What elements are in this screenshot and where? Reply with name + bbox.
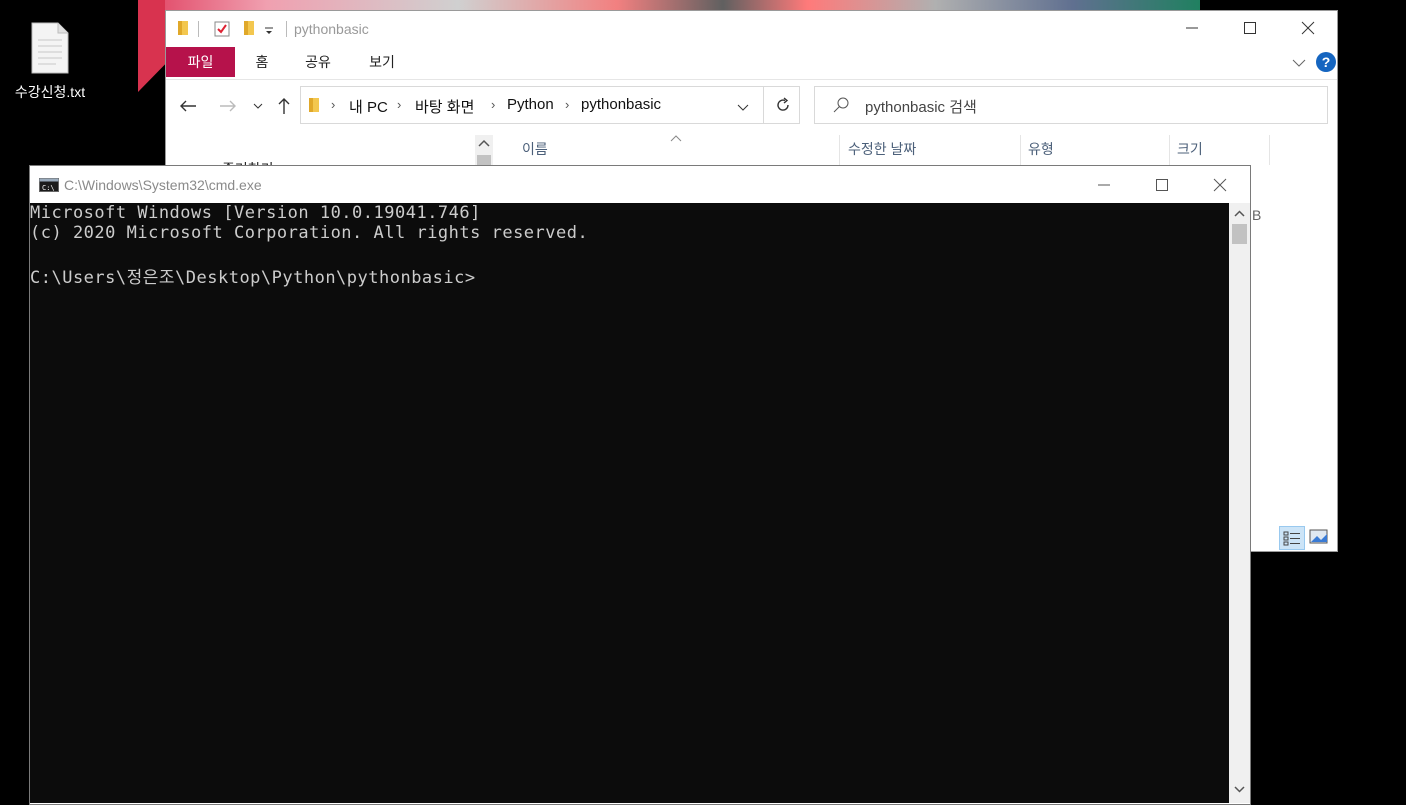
cmd-window-title: C:\Windows\System32\cmd.exe [64,177,262,193]
breadcrumb-chevron-icon[interactable]: › [397,97,401,112]
minimize-icon [1098,184,1110,186]
quick-access-dropdown-icon[interactable] [264,23,274,41]
ribbon-tabs: 파일 홈 공유 보기 ? [166,47,1337,77]
folder-icon [307,97,321,118]
console-scrollbar[interactable] [1229,203,1250,803]
wallpaper-fragment [140,0,1200,10]
sort-ascending-icon [670,129,682,147]
search-input[interactable]: pythonbasic 검색 [814,86,1328,124]
breadcrumb-item[interactable]: pythonbasic [581,96,661,113]
breadcrumb-chevron-icon[interactable]: › [491,97,495,112]
maximize-icon [1156,179,1168,191]
address-divider [763,87,764,123]
svg-text:?: ? [1322,54,1331,70]
search-placeholder: pythonbasic 검색 [865,99,977,116]
large-icons-view-icon [1309,529,1328,544]
console-line: Microsoft Windows [Version 10.0.19041.74… [30,203,481,223]
column-divider [1020,135,1021,165]
cmd-app-icon: C:\ [39,178,59,197]
column-date-modified[interactable]: 수정한 날짜 [848,135,916,167]
back-arrow-icon[interactable] [178,96,198,116]
titlebar-separator [286,21,287,37]
refresh-icon[interactable] [775,97,791,118]
breadcrumb-chevron-icon[interactable]: › [565,97,569,112]
large-icons-view-button[interactable] [1309,528,1329,551]
explorer-window-title: pythonbasic [294,21,369,37]
titlebar-separator [198,21,199,37]
console-prompt: C:\Users\정은조\Desktop\Python\pythonbasic> [30,268,476,288]
forward-arrow-icon[interactable] [218,96,238,116]
new-folder-icon[interactable] [242,20,256,41]
maximize-button[interactable] [1133,168,1191,202]
address-bar[interactable]: › 내 PC › 바탕 화면 › Python › pythonbasic [300,86,800,124]
console-line: (c) 2020 Microsoft Corporation. All righ… [30,223,589,243]
breadcrumb-chevron-icon[interactable]: › [331,97,335,112]
close-icon [1213,178,1227,192]
close-icon [1301,21,1315,35]
column-name[interactable]: 이름 [522,135,548,167]
folder-icon [176,20,190,41]
breadcrumb-item[interactable]: Python [507,96,554,113]
scroll-down-icon[interactable] [1229,783,1250,797]
console-output[interactable]: Microsoft Windows [Version 10.0.19041.74… [30,203,1229,803]
up-arrow-icon[interactable] [274,96,294,116]
close-button[interactable] [1279,11,1337,45]
tab-share[interactable]: 공유 [296,47,340,77]
desktop-file-label: 수강신청.txt [14,84,86,100]
tab-view[interactable]: 보기 [362,47,402,77]
scroll-up-icon[interactable] [1229,207,1250,221]
search-icon [833,97,849,118]
cmd-titlebar: C:\ C:\Windows\System32\cmd.exe [30,166,1250,203]
column-size[interactable]: 크기 [1177,135,1203,167]
ribbon-expand-icon[interactable] [1292,55,1306,73]
wallpaper-shape [138,0,165,92]
tab-home[interactable]: 홈 [242,47,282,77]
scroll-thumb[interactable] [1232,224,1247,244]
details-view-icon [1283,531,1300,546]
breadcrumb-item[interactable]: 바탕 화면 [415,96,474,117]
desktop-file-icon[interactable]: 수강신청.txt [4,22,96,102]
column-divider [839,135,840,165]
svg-text:C:\: C:\ [42,184,55,192]
properties-check-icon[interactable] [214,20,230,43]
command-prompt-window: C:\ C:\Windows\System32\cmd.exe Microsof… [29,165,1251,805]
maximize-button[interactable] [1221,11,1279,45]
help-icon[interactable]: ? [1316,52,1336,77]
file-size-partial: B [1252,207,1262,223]
maximize-icon [1244,22,1256,34]
explorer-titlebar: pythonbasic [166,11,1337,47]
column-type[interactable]: 유형 [1028,135,1054,167]
close-button[interactable] [1191,168,1249,202]
breadcrumb-item[interactable]: 내 PC [349,96,388,117]
address-dropdown-icon[interactable] [737,100,749,118]
minimize-icon [1186,27,1198,29]
tab-file[interactable]: 파일 [166,47,235,77]
scroll-up-icon[interactable] [475,137,493,151]
minimize-button[interactable] [1163,11,1221,45]
column-divider [1269,135,1270,165]
text-file-icon [31,22,69,74]
details-view-button[interactable] [1279,526,1305,550]
column-divider [1169,135,1170,165]
navigation-bar: › 내 PC › 바탕 화면 › Python › pythonbasic py… [166,79,1337,132]
minimize-button[interactable] [1075,168,1133,202]
recent-locations-chevron-icon[interactable] [248,96,268,116]
